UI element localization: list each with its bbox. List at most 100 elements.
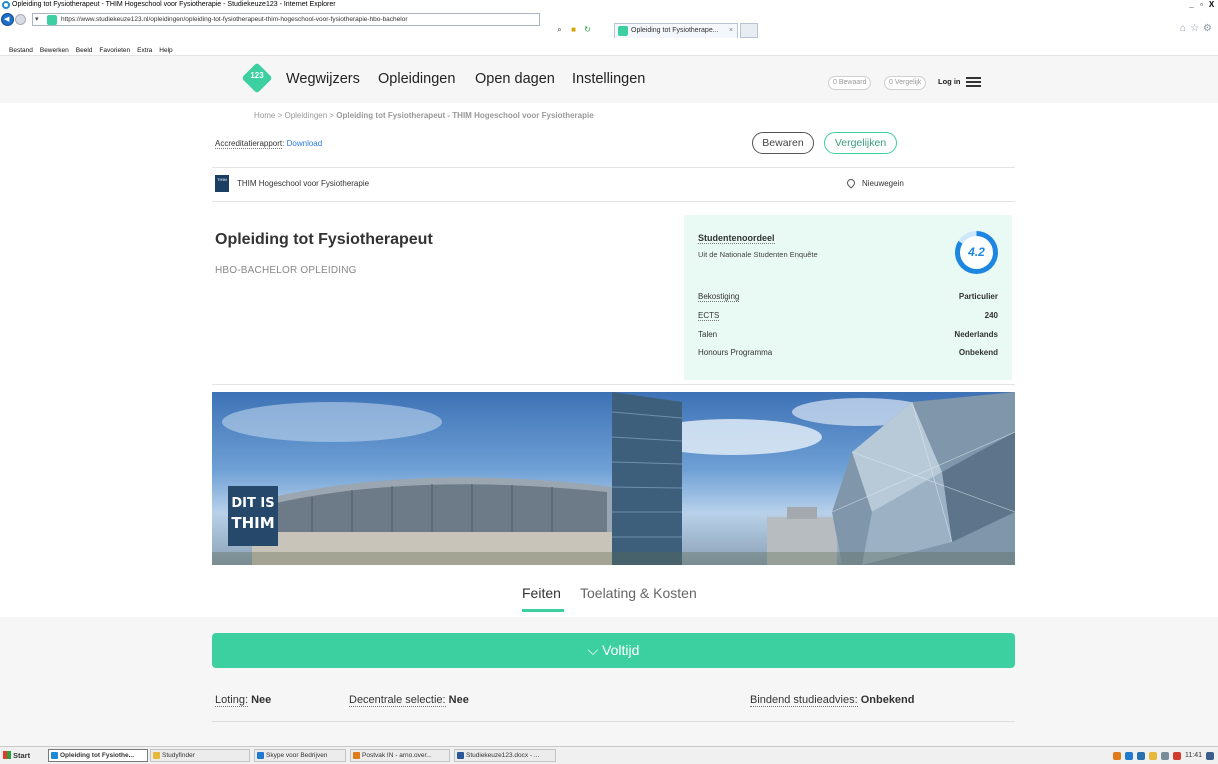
loting-label[interactable]: Loting: [215, 694, 249, 707]
shield-icon[interactable] [1137, 751, 1145, 760]
internet-explorer-icon [2, 1, 10, 9]
breadcrumb: Home > Opleidingen > Opleiding tot Fysio… [254, 111, 594, 120]
decentrale-selectie-label[interactable]: Decentrale selectie: [349, 694, 446, 707]
nav-opleidingen[interactable]: Opleidingen [378, 71, 455, 87]
taskbar-item-skype[interactable]: Skype voor Bedrijven [254, 749, 346, 762]
hero-sign-line1: DIT IS [231, 496, 274, 511]
fact-key[interactable]: ECTS [698, 311, 720, 321]
forward-button[interactable] [15, 14, 26, 25]
chevron-down-icon[interactable]: ▾ [35, 14, 39, 25]
clock[interactable]: 11:41 [1185, 752, 1202, 759]
browser-right-icons: ⌂ ☆ ⚙ [1180, 23, 1212, 34]
taskbar-item-label: Studyfinder [162, 752, 195, 759]
admission-loting: Loting: Nee [215, 694, 272, 707]
loting-value: Nee [251, 694, 272, 706]
hero-sign-line2: THIM [231, 514, 274, 532]
taskbar-item-label: Opleiding tot Fysiothe... [60, 752, 135, 759]
address-tools: ⌕ ■ ↻ [554, 24, 593, 35]
student-rating-score-ring: 4.2 [955, 231, 998, 274]
start-button[interactable]: Start [2, 749, 30, 762]
folder-icon [153, 752, 160, 759]
admission-decentrale-selectie: Decentrale selectie: Nee [349, 694, 469, 707]
lock-icon[interactable]: ■ [568, 24, 579, 35]
location-pin-icon [845, 177, 857, 189]
favorites-star-icon[interactable]: ☆ [1190, 23, 1199, 34]
save-button[interactable]: Bewaren [752, 132, 814, 154]
chevron-down-icon: ⌵ [587, 642, 599, 658]
site-favicon-icon [47, 15, 57, 25]
bsa-label[interactable]: Bindend studieadvies: [750, 694, 858, 707]
window-titlebar: Opleiding tot Fysiotherapeut - THIM Hoge… [0, 0, 1218, 10]
accreditation-download-link[interactable]: Download [287, 139, 323, 148]
vergelijk-counter[interactable]: 0 Vergelijk [884, 76, 927, 90]
taskbar-item-word[interactable]: Studiekeuze123.docx - ... [454, 749, 556, 762]
fact-key[interactable]: Bekostiging [698, 292, 740, 302]
browser-toolbar: ▾ https://www.studiekeuze123.nl/opleidin… [0, 10, 1218, 38]
menu-bestand[interactable]: Bestand [9, 46, 33, 55]
menu-bewerken[interactable]: Bewerken [40, 46, 69, 55]
menu-beeld[interactable]: Beeld [76, 46, 93, 55]
taskbar-item-browser[interactable]: Opleiding tot Fysiothe... [48, 749, 148, 762]
address-bar[interactable]: ▾ https://www.studiekeuze123.nl/opleidin… [32, 13, 540, 26]
compare-button[interactable]: Vergelijken [824, 132, 897, 154]
tab-toelating-kosten[interactable]: Toelating & Kosten [580, 585, 697, 601]
notification-icon[interactable] [1173, 751, 1181, 760]
program-type: HBO-BACHELOR OPLEIDING [215, 265, 357, 276]
breadcrumb-separator: > [327, 111, 337, 120]
nav-wegwijzers[interactable]: Wegwijzers [286, 71, 360, 87]
outlook-tray-icon[interactable] [1113, 751, 1121, 760]
bsa-value: Onbekend [860, 694, 915, 706]
refresh-icon[interactable]: ↻ [582, 24, 593, 35]
decentrale-selectie-value: Nee [448, 694, 469, 706]
network-icon[interactable] [1149, 751, 1157, 760]
student-rating-label[interactable]: Studentenoordeel [698, 233, 775, 244]
menu-favorieten[interactable]: Favorieten [99, 46, 130, 55]
tab-feiten[interactable]: Feiten [522, 585, 561, 601]
admission-bsa: Bindend studieadvies: Onbekend [750, 694, 915, 707]
back-button[interactable] [1, 13, 14, 26]
minimize-button[interactable]: _ [1187, 0, 1196, 9]
bewaard-counter[interactable]: 0 Bewaard [828, 76, 872, 90]
close-window-button[interactable]: X [1207, 0, 1216, 9]
browser-tab[interactable]: Opleiding tot Fysiotherape... × [614, 23, 738, 38]
voltijd-accordion[interactable]: ⌵ Voltijd [212, 633, 1015, 668]
student-rating-source: Uit de Nationale Studenten Enquête [698, 250, 818, 259]
campus-hero-image: DIT IS THIM [212, 392, 1015, 565]
skype-icon [257, 752, 264, 759]
system-tray: 11:41 [1113, 748, 1218, 763]
hamburger-menu-icon[interactable] [966, 77, 981, 87]
search-icon[interactable]: ⌕ [554, 24, 565, 35]
institution-logo[interactable]: THIM [215, 175, 229, 192]
breadcrumb-current: Opleiding tot Fysiotherapeut - THIM Hoge… [336, 111, 594, 120]
new-tab-button[interactable] [740, 23, 758, 38]
skype-tray-icon[interactable] [1125, 751, 1133, 760]
menu-extra[interactable]: Extra [137, 46, 152, 55]
divider [212, 167, 1015, 168]
show-desktop-icon[interactable] [1206, 751, 1214, 760]
home-icon[interactable]: ⌂ [1180, 23, 1186, 34]
speaker-icon[interactable] [1161, 751, 1169, 760]
accreditation-label: Accreditatierapport [215, 139, 283, 149]
window-title: Opleiding tot Fysiotherapeut - THIM Hoge… [12, 1, 336, 8]
accreditation: Accreditatierapport: Download [215, 139, 323, 149]
institution-name[interactable]: THIM Hogeschool voor Fysiotherapie [237, 179, 369, 188]
taskbar-item-studyfinder[interactable]: Studyfinder [150, 749, 250, 762]
logo-text: 123 [250, 71, 264, 80]
login-link[interactable]: Log in [938, 77, 961, 86]
accreditation-colon: : [282, 139, 285, 148]
fact-key: Talen [698, 330, 718, 339]
settings-gear-icon[interactable]: ⚙ [1203, 23, 1212, 34]
ie-taskbar-icon [51, 752, 58, 759]
divider [212, 384, 1015, 385]
breadcrumb-opleidingen[interactable]: Opleidingen [284, 111, 327, 120]
maximize-button[interactable]: ▫ [1197, 0, 1206, 9]
nav-instellingen[interactable]: Instellingen [572, 71, 645, 87]
menu-help[interactable]: Help [159, 46, 172, 55]
facts-section: ⌵ Voltijd Loting: Nee Decentrale selecti… [0, 617, 1218, 746]
tab-close-icon[interactable]: × [729, 24, 733, 38]
nav-open-dagen[interactable]: Open dagen [475, 71, 555, 87]
breadcrumb-home[interactable]: Home [254, 111, 275, 120]
windows-taskbar: Start Opleiding tot Fysiothe... Studyfin… [0, 746, 1218, 764]
tab-favicon-icon [618, 26, 628, 36]
taskbar-item-outlook[interactable]: Postvak IN - arno.over... [350, 749, 450, 762]
